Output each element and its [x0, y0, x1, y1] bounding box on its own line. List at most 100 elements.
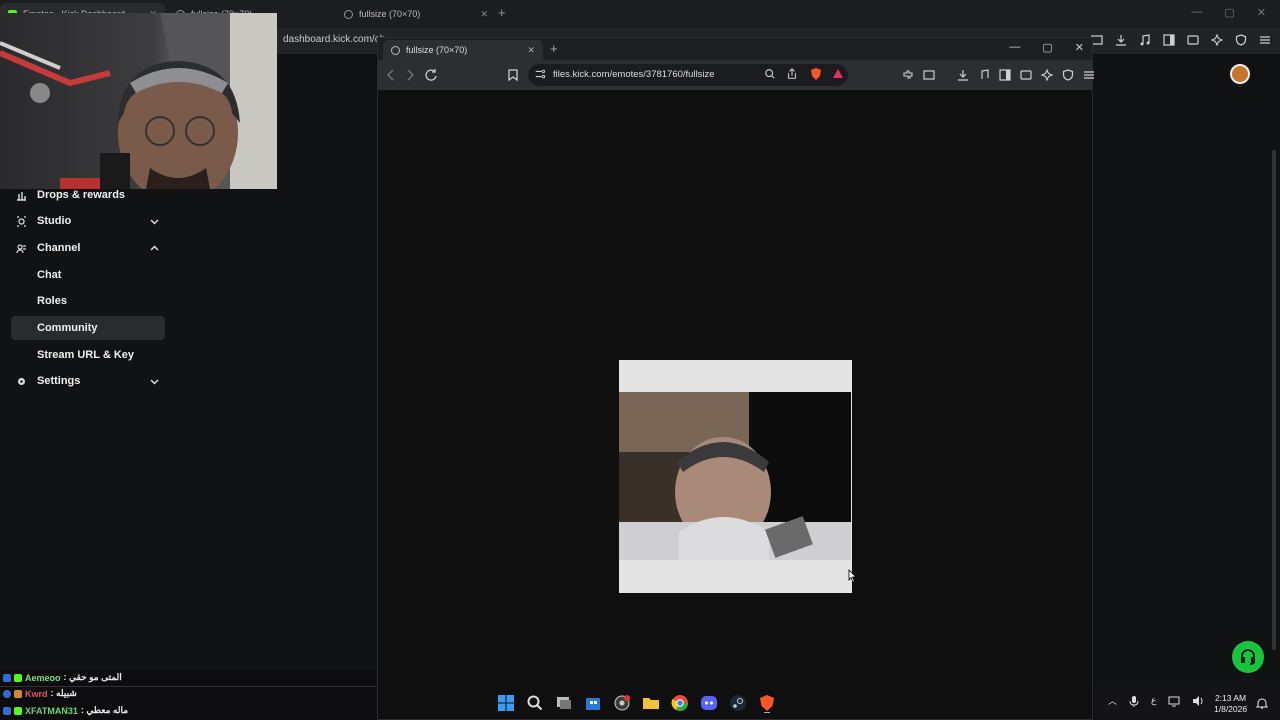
reload-icon[interactable]: [424, 68, 438, 82]
bookmark-icon[interactable]: [506, 68, 520, 82]
front-browser-window: fullsize (70×70) ✕ + — ▢ ✕ files.kick.co…: [377, 37, 1094, 720]
back-tab-fullsize-2[interactable]: fullsize (70×70) ✕: [336, 3, 496, 25]
network-icon[interactable]: [1168, 695, 1180, 707]
globe-icon: [344, 9, 353, 19]
zoom-icon[interactable]: [764, 68, 776, 80]
new-tab-button[interactable]: +: [550, 41, 558, 56]
sidebar-item-label: Stream URL & Key: [37, 349, 134, 361]
language-indicator[interactable]: ع: [1151, 695, 1156, 706]
sidebar-item-stream-url-key[interactable]: Stream URL & Key: [11, 343, 165, 367]
sidebar-item-settings[interactable]: Settings: [11, 369, 165, 393]
close-tab-icon[interactable]: ✕: [480, 9, 488, 20]
image-viewer: [378, 90, 1092, 719]
maximize-icon[interactable]: ▢: [1042, 41, 1052, 54]
user-avatar[interactable]: [1230, 64, 1250, 84]
chevron-up-icon[interactable]: ︿: [1108, 694, 1117, 707]
chat-username[interactable]: XFATMAN31: [25, 706, 78, 716]
webcam-overlay: [0, 13, 277, 189]
emote-picture: [619, 392, 851, 560]
clock-time: 2:13 AM: [1214, 693, 1247, 703]
sidebar-item-chat[interactable]: Chat: [11, 263, 165, 287]
gift-badge-icon: [14, 689, 22, 698]
channel-icon: [16, 243, 26, 253]
leo-ai-icon[interactable]: [1210, 33, 1224, 47]
taskbar-clock[interactable]: 2:13 AM 1/8/2026: [1214, 693, 1247, 715]
sidebar-item-roles[interactable]: Roles: [11, 289, 165, 313]
support-chat-button[interactable]: [1232, 641, 1264, 673]
wallet-icon[interactable]: [1186, 33, 1200, 47]
minimize-icon[interactable]: —: [1191, 6, 1202, 19]
close-icon[interactable]: ✕: [1257, 6, 1266, 19]
back-window-controls: — ▢ ✕: [1191, 6, 1266, 19]
download-icon[interactable]: [956, 68, 970, 82]
back-toolbar-icons: [1090, 33, 1272, 47]
download-icon[interactable]: [1114, 33, 1128, 47]
obs-icon[interactable]: [612, 693, 632, 713]
sidebar-item-label: Roles: [37, 295, 67, 307]
kick-badge-icon: [14, 706, 22, 715]
front-browser-toolbar: files.kick.com/emotes/3781760/fullsize: [378, 60, 1094, 90]
headset-icon: [1241, 649, 1255, 665]
shield-icon[interactable]: [1061, 68, 1075, 82]
sidebar-item-community[interactable]: Community: [11, 316, 165, 340]
close-icon[interactable]: ✕: [1075, 41, 1084, 54]
forward-arrow-icon[interactable]: [403, 68, 417, 82]
studio-icon: [17, 215, 26, 227]
back-arrow-icon[interactable]: [384, 68, 398, 82]
sidebar-icon[interactable]: [1162, 33, 1176, 47]
microphone-icon[interactable]: [1129, 695, 1139, 707]
sidebar-item-label: Community: [37, 322, 98, 334]
system-tray: ︿ ع: [1108, 694, 1204, 707]
chat-message: Aemeoo : المتى مو حقي: [3, 671, 122, 684]
sidebar-item-channel[interactable]: Channel: [11, 236, 165, 260]
leo-ai-icon[interactable]: [1040, 68, 1054, 82]
share-icon[interactable]: [786, 68, 798, 80]
chat-username[interactable]: Aemeoo: [25, 673, 61, 683]
front-browser-tabbar: fullsize (70×70) ✕ + — ▢ ✕: [378, 38, 1092, 60]
chrome-icon[interactable]: [670, 693, 690, 713]
volume-icon[interactable]: [1192, 695, 1204, 707]
maximize-icon[interactable]: ▢: [1224, 6, 1234, 19]
folder-icon[interactable]: [641, 693, 661, 713]
menu-icon[interactable]: [1082, 68, 1096, 82]
chat-username[interactable]: Kwrd: [25, 689, 48, 699]
task-view-icon[interactable]: [554, 693, 574, 713]
clock-date: 1/8/2026: [1214, 704, 1248, 714]
page-scrollbar[interactable]: [1272, 150, 1276, 650]
subscriber-badge-icon: [3, 689, 11, 698]
emote-image[interactable]: [619, 360, 852, 593]
music-icon[interactable]: [1138, 33, 1152, 47]
address-bar[interactable]: files.kick.com/emotes/3781760/fullsize: [528, 64, 848, 86]
wallet-icon[interactable]: [1019, 68, 1033, 82]
sidebar-item-label: Settings: [37, 375, 81, 387]
address-text[interactable]: files.kick.com/emotes/3781760/fullsize: [553, 69, 715, 80]
search-icon[interactable]: [525, 693, 545, 713]
sidebar-icon[interactable]: [998, 68, 1012, 82]
notification-bell-icon[interactable]: [1256, 697, 1268, 710]
menu-icon[interactable]: [1258, 33, 1272, 47]
minimize-icon[interactable]: —: [1009, 41, 1020, 54]
brave-shields-icon[interactable]: [809, 67, 823, 81]
new-tab-button[interactable]: +: [498, 5, 506, 20]
webcam-picture: [0, 13, 277, 189]
windows-start-icon[interactable]: [496, 693, 516, 713]
site-info-icon[interactable]: [534, 68, 546, 80]
extensions-icon[interactable]: [901, 68, 915, 82]
gear-icon: [18, 377, 25, 385]
front-tab-fullsize[interactable]: fullsize (70×70) ✕: [383, 40, 543, 60]
front-toolbar-icons: [901, 68, 1096, 82]
sidebar-item-studio[interactable]: Studio: [11, 209, 165, 233]
close-tab-icon[interactable]: ✕: [527, 45, 535, 56]
screenshot-icon[interactable]: [922, 68, 936, 82]
steam-icon[interactable]: [728, 693, 748, 713]
shield-icon[interactable]: [1234, 33, 1248, 47]
sidebar-item-label: Studio: [37, 215, 72, 227]
discord-icon[interactable]: [699, 693, 719, 713]
brave-rewards-icon[interactable]: [831, 67, 845, 81]
store-icon[interactable]: [583, 693, 603, 713]
sidebar-item-label: Drops & rewards: [37, 189, 126, 201]
front-window-controls: — ▢ ✕: [1009, 41, 1084, 54]
back-address-text[interactable]: dashboard.kick.com/ch: [283, 34, 385, 45]
brave-icon[interactable]: [757, 693, 777, 713]
music-icon[interactable]: [977, 68, 991, 82]
